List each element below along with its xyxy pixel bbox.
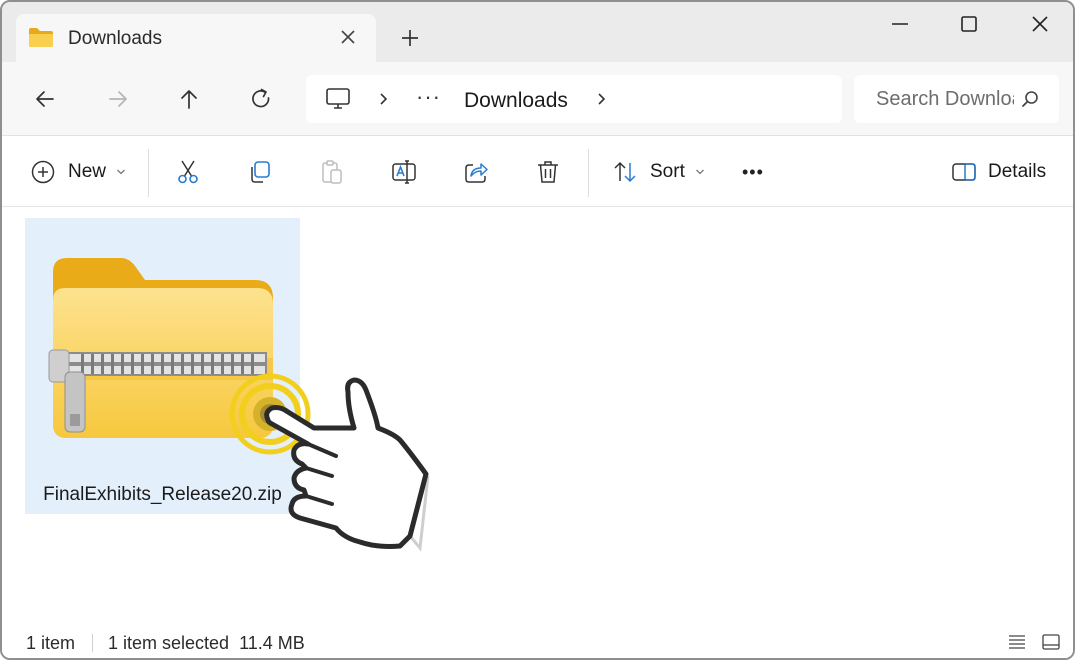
delete-trash-icon <box>538 161 558 183</box>
tab-downloads[interactable]: Downloads <box>16 14 376 62</box>
minimize-icon[interactable] <box>888 12 912 36</box>
share-icon <box>465 163 488 183</box>
tiles-view-icon[interactable] <box>1041 632 1061 652</box>
details-pane-icon <box>952 163 976 181</box>
details-view-icon[interactable] <box>1007 632 1027 652</box>
status-divider <box>92 634 93 652</box>
sort-arrows-icon <box>614 161 636 183</box>
item-count: 1 item <box>26 633 76 653</box>
status-bar: 1 item 1 item selected 11.4 MB <box>2 622 1073 658</box>
divider <box>148 149 149 197</box>
paste-button[interactable] <box>319 159 345 185</box>
file-explorer-window: Downloads ··· Downloads Search Downloads… <box>0 0 1075 660</box>
breadcrumb-overflow[interactable]: ··· <box>416 84 441 110</box>
tab-close-icon[interactable] <box>338 27 358 47</box>
copy-icon <box>251 161 270 183</box>
search-input[interactable] <box>854 75 1014 123</box>
refresh-icon[interactable] <box>248 86 274 112</box>
share-button[interactable] <box>463 159 489 185</box>
command-bar: New Sort ••• Details <box>2 137 1073 207</box>
breadcrumb-chevron-icon[interactable] <box>594 92 608 106</box>
forward-arrow-icon[interactable] <box>105 86 131 112</box>
navigation-bar: ··· Downloads <box>2 62 1073 136</box>
new-button[interactable]: New <box>30 159 126 185</box>
cut-button[interactable] <box>175 159 201 185</box>
rename-icon <box>392 160 416 184</box>
breadcrumb-downloads[interactable]: Downloads <box>464 89 568 113</box>
chevron-down-icon <box>695 169 704 175</box>
folder-icon <box>29 28 53 47</box>
maximize-icon[interactable] <box>957 12 981 36</box>
search-box[interactable] <box>854 75 1059 123</box>
details-label: Details <box>988 161 1047 182</box>
close-window-icon[interactable] <box>1028 12 1052 36</box>
this-pc-icon[interactable] <box>324 87 352 111</box>
cut-icon <box>178 160 198 184</box>
selection-info: 1 item selected 11.4 MB <box>108 633 305 653</box>
back-arrow-icon[interactable] <box>32 86 58 112</box>
paste-icon <box>322 160 342 184</box>
new-label: New <box>68 161 107 182</box>
sort-button[interactable]: Sort <box>612 159 705 185</box>
delete-button[interactable] <box>535 159 561 185</box>
tab-title: Downloads <box>68 28 162 49</box>
more-options-button[interactable]: ••• <box>742 159 764 185</box>
rename-button[interactable] <box>391 159 417 185</box>
breadcrumb-chevron-icon[interactable] <box>376 92 390 106</box>
more-options-icon: ••• <box>742 161 764 182</box>
details-pane-button[interactable]: Details <box>951 159 1046 185</box>
plus-circle-icon <box>31 160 55 184</box>
file-list-view[interactable]: FinalExhibits_Release20.zip <box>2 208 1073 622</box>
copy-button[interactable] <box>247 159 273 185</box>
search-icon[interactable] <box>1021 90 1039 108</box>
new-tab-plus-icon[interactable] <box>398 26 422 50</box>
divider <box>588 149 589 197</box>
address-bar[interactable]: ··· Downloads <box>306 75 842 123</box>
chevron-down-icon <box>117 169 125 175</box>
up-arrow-icon[interactable] <box>176 86 202 112</box>
title-bar: Downloads <box>2 2 1073 62</box>
sort-label: Sort <box>650 161 685 182</box>
tap-gesture-hand-icon <box>229 373 430 552</box>
